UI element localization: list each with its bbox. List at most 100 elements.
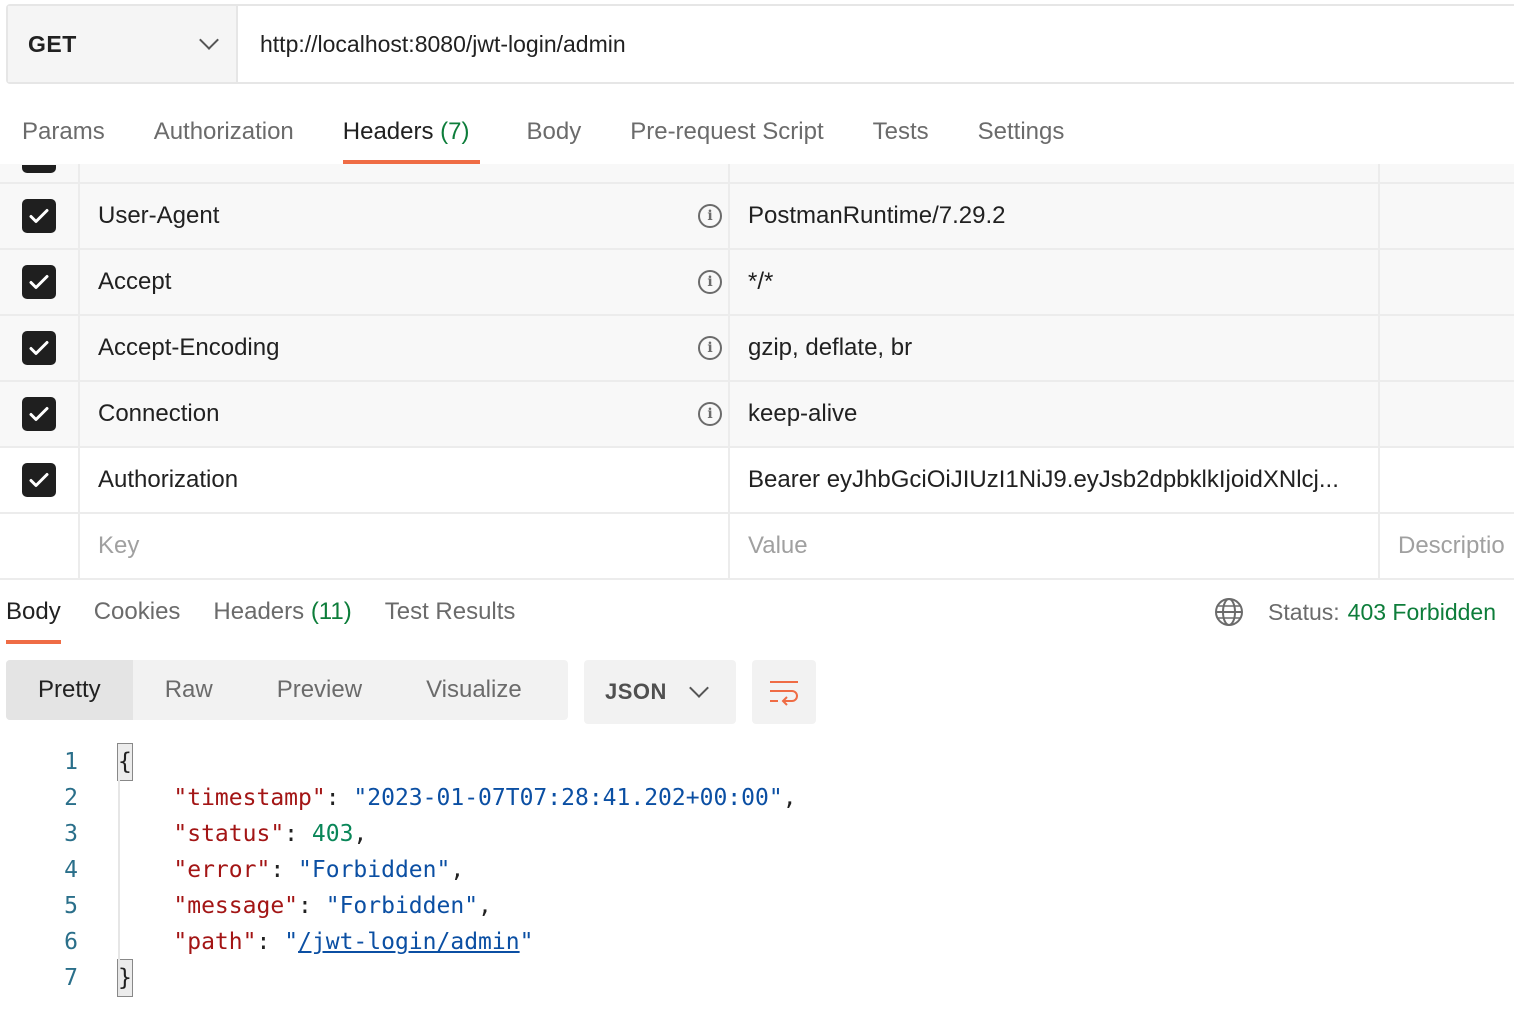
header-key: Authorization [98,466,239,493]
format-visualize-button[interactable]: Visualize [394,660,554,720]
code-line: 6 "path": "/jwt-login/admin " [0,924,1514,960]
globe-icon[interactable] [1214,597,1244,627]
url-input[interactable] [238,6,1514,82]
checkbox[interactable] [22,397,56,431]
tab-authorization[interactable]: Authorization [154,100,294,164]
status-area: Status: 403 Forbidden [1214,580,1496,644]
checkbox-cell [0,164,80,182]
tab-pre-request-script[interactable]: Pre-request Script [630,100,823,164]
key-cell[interactable]: Accept-Encoding i [80,316,730,380]
url-bar: GET [6,4,1514,84]
description-cell[interactable] [1380,250,1514,314]
value-placeholder: Value [748,532,808,559]
response-tab-body[interactable]: Body [6,580,61,644]
language-select[interactable]: JSON [584,660,736,724]
value-cell[interactable]: */* [730,250,1380,314]
tab-settings[interactable]: Settings [978,100,1065,164]
header-key: Connection [98,400,220,427]
checkbox-cell [0,184,80,248]
language-label: JSON [605,679,667,704]
checkbox[interactable] [22,165,56,173]
check-icon [29,341,49,355]
table-row: Accept i */* [0,250,1514,316]
checkbox-cell [0,250,80,314]
tab-label: Params [22,118,105,145]
tab-label: Tests [872,118,929,145]
status-badge[interactable]: 403 Forbidden [1348,599,1496,626]
line-number: 2 [64,785,78,811]
value-input[interactable]: Value [730,514,1380,578]
request-tabs: Params Authorization Headers (7) Body Pr… [0,100,1091,164]
description-cell[interactable] [1380,184,1514,248]
tab-label: Body [526,118,582,145]
key-cell[interactable]: Connection i [80,382,730,446]
value-cell[interactable]: PostmanRuntime/7.29.2 [730,184,1380,248]
code-line: 5 "message": "Forbidden", [0,888,1514,924]
info-icon[interactable]: i [698,402,722,426]
checkbox[interactable] [22,463,56,497]
json-key: "path" [173,929,257,955]
description-input[interactable]: Descriptio [1380,514,1514,578]
info-icon[interactable]: i [698,270,722,294]
tab-count-badge: (11) [310,598,352,625]
format-preview-button[interactable]: Preview [245,660,394,720]
value-cell[interactable]: gzip, deflate, br [730,316,1380,380]
description-cell[interactable] [1380,448,1514,512]
response-bar: Body Cookies Headers (11) Test Results S… [0,580,1514,644]
value-cell[interactable]: keep-alive [730,382,1380,446]
key-cell[interactable]: User-Agent i [80,184,730,248]
line-number: 5 [64,893,78,919]
check-icon [29,473,49,487]
value-cell[interactable]: Bearer eyJhbGciOiJIUzI1NiJ9.eyJsb2dpbklk… [730,448,1380,512]
code-line: 2 "timestamp": "2023-01-07T07:28:41.202+… [0,780,1514,816]
line-number: 4 [64,857,78,883]
chevron-down-icon [199,30,219,50]
chevron-down-icon [689,678,709,698]
checkbox-cell [0,514,80,578]
tab-count-badge: (7) [440,118,470,145]
line-number: 7 [64,965,78,991]
json-number: 403 [311,821,354,847]
tab-label: Headers [213,598,305,625]
tab-label: Test Results [384,598,516,625]
tab-label: Cookies [93,598,181,625]
line-number: 6 [64,929,78,955]
description-cell[interactable] [1380,316,1514,380]
tab-tests[interactable]: Tests [873,100,929,164]
response-tab-headers[interactable]: Headers (11) [213,580,351,644]
header-key: Accept-Encoding [98,334,280,361]
tab-params[interactable]: Params [22,100,105,164]
json-brace: } [117,959,133,997]
format-pretty-button[interactable]: Pretty [6,660,133,720]
json-string: "Forbidden" [325,893,479,919]
key-input[interactable]: Key [80,514,730,578]
checkbox-cell [0,448,80,512]
key-cell[interactable]: Authorization [80,448,730,512]
response-tab-cookies[interactable]: Cookies [94,580,181,644]
response-tab-test-results[interactable]: Test Results [385,580,516,644]
tab-label: Headers [342,118,434,145]
method-select[interactable]: GET [8,6,238,82]
headers-table: User-Agent i PostmanRuntime/7.29.2 Accept… [0,164,1514,580]
description-cell[interactable] [1380,382,1514,446]
tab-headers[interactable]: Headers (7) [342,100,480,164]
checkbox[interactable] [22,265,56,299]
header-value: gzip, deflate, br [748,334,913,361]
header-value: */* [748,268,774,295]
checkbox[interactable] [22,331,56,365]
json-key: "timestamp" [173,785,326,811]
info-icon[interactable]: i [698,204,722,228]
info-icon[interactable]: i [698,336,722,360]
tab-body[interactable]: Body [527,100,582,164]
format-raw-button[interactable]: Raw [133,660,245,720]
checkbox[interactable] [22,199,56,233]
check-icon [29,407,49,421]
tab-label: Pre-request Script [630,118,824,145]
wrap-lines-button[interactable] [752,660,816,724]
tab-label: Authorization [153,118,294,145]
json-link[interactable]: /jwt-login/admin [298,924,520,960]
json-string: "Forbidden" [298,857,451,883]
method-label: GET [28,30,77,57]
header-key: User-Agent [98,202,220,229]
key-cell[interactable]: Accept i [80,250,730,314]
